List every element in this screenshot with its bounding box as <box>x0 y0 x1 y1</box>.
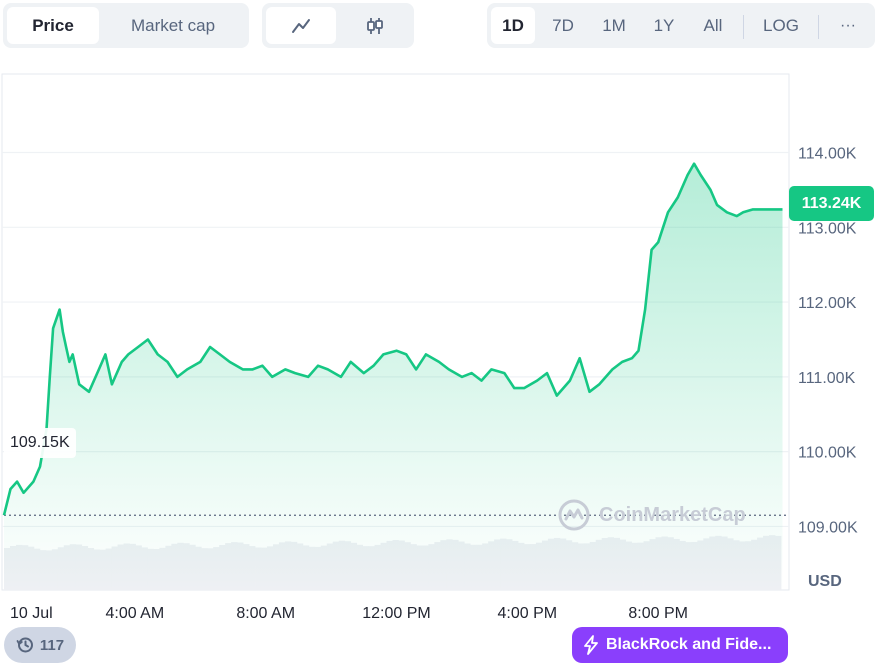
tab-price[interactable]: Price <box>7 7 99 44</box>
x-tick-label: 12:00 PM <box>362 605 430 622</box>
watermark-text: CoinMarketCap <box>599 503 746 526</box>
price-chart[interactable]: 109.00K 110.00K 111.00K 112.00K 113.00K 114.0… <box>0 70 876 626</box>
line-chart-icon <box>292 18 310 33</box>
y-tick-label: 109.00K <box>798 519 858 536</box>
y-tick-label: 114.00K <box>798 146 857 163</box>
coinmarketcap-logo-icon <box>558 499 590 531</box>
range-7d[interactable]: 7D <box>539 7 587 44</box>
range-toggle: 1D 7D 1M 1Y All LOG ··· <box>487 3 875 48</box>
line-chart-button[interactable] <box>266 7 336 44</box>
news-badge[interactable]: BlackRock and Fide... <box>572 627 788 663</box>
y-tick-label: 111.00K <box>798 370 856 387</box>
x-tick-label: 4:00 AM <box>105 605 164 622</box>
history-count: 117 <box>39 636 65 654</box>
watermark: CoinMarketCap <box>557 498 746 532</box>
range-divider <box>743 15 744 39</box>
x-tick-label: 4:00 PM <box>498 605 558 622</box>
x-tick-label: 8:00 AM <box>236 605 295 622</box>
candlestick-chart-button[interactable] <box>340 7 410 44</box>
x-tick-label: 8:00 PM <box>628 605 688 622</box>
range-all[interactable]: All <box>690 7 736 44</box>
x-tick-label: 10 Jul <box>10 605 53 622</box>
currency-label: USD <box>808 573 842 590</box>
history-icon <box>16 637 33 653</box>
y-tick-label: 113.00K <box>798 220 857 237</box>
lightning-icon <box>584 635 598 655</box>
range-1y[interactable]: 1Y <box>641 7 687 44</box>
y-tick-label: 110.00K <box>798 445 857 462</box>
range-1d[interactable]: 1D <box>491 7 535 44</box>
x-axis: 10 Jul 4:00 AM 8:00 AM 12:00 PM 4:00 PM 8:00 … <box>10 605 688 622</box>
history-badge[interactable]: 117 <box>4 627 76 663</box>
candlestick-chart-icon <box>367 17 383 34</box>
range-1m[interactable]: 1M <box>590 7 638 44</box>
y-tick-label: 112.00K <box>798 295 857 312</box>
current-price-badge: 113.24K <box>789 186 874 221</box>
metric-toggle: Price Market cap <box>3 3 249 48</box>
chart-type-toggle <box>262 3 414 48</box>
start-price-label: 109.15K <box>4 428 76 458</box>
log-scale-toggle[interactable]: LOG <box>749 7 813 44</box>
news-badge-text: BlackRock and Fide... <box>606 636 772 653</box>
tab-market-cap[interactable]: Market cap <box>101 7 245 44</box>
more-options-button[interactable]: ··· <box>825 7 871 44</box>
more-divider <box>818 15 819 39</box>
